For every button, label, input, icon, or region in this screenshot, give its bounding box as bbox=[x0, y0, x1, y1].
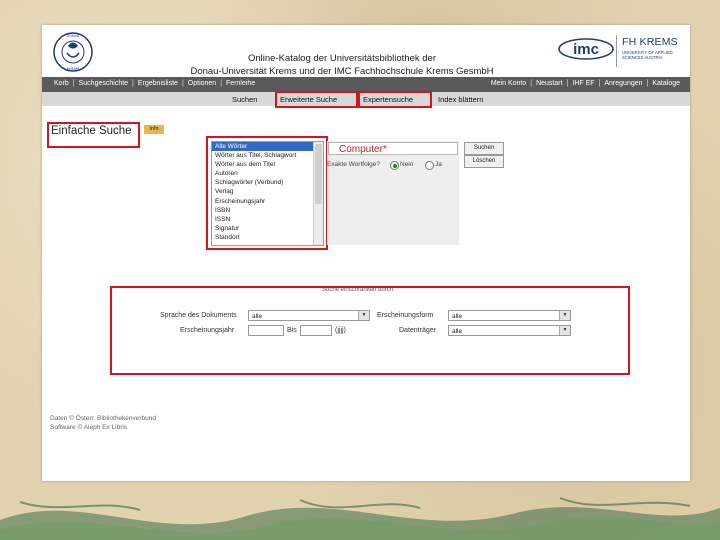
fh-logo-subtext: UNIVERSITY OF APPLIED SCIENCES AUSTRIA bbox=[622, 50, 673, 60]
info-button[interactable]: Info bbox=[144, 125, 164, 134]
nav-item-ergebnisliste[interactable]: Ergebnisliste bbox=[138, 80, 178, 87]
nav-right-group: Mein Konto | Neustart | IHF EF | Anregungen | Ka… bbox=[491, 80, 680, 87]
catalog-page: DONAU KREMS Online-Katalog der Universit… bbox=[42, 25, 690, 481]
nav-separator: | bbox=[646, 80, 649, 87]
fh-logo-text: FH KREMS bbox=[622, 36, 678, 48]
search-button[interactable]: Suchen bbox=[464, 142, 504, 155]
highlight-box-expert bbox=[358, 91, 432, 108]
nav-item-korb[interactable]: Korb bbox=[54, 80, 69, 87]
tab-suchen[interactable]: Suchen bbox=[232, 95, 257, 104]
svg-text:KREMS: KREMS bbox=[67, 67, 80, 71]
exact-phrase-label: Exakte Wortfolge? bbox=[327, 161, 380, 168]
nav-separator: | bbox=[566, 80, 569, 87]
svg-text:DONAU: DONAU bbox=[67, 34, 80, 38]
exact-yes-label: Ja bbox=[435, 161, 442, 168]
fh-krems-logo: FH KREMS UNIVERSITY OF APPLIED SCIENCES … bbox=[616, 35, 679, 67]
highlight-box-field-list bbox=[206, 136, 328, 250]
imc-logo: imc bbox=[558, 38, 614, 60]
catalog-title-line1: Online-Katalog der Universitätsbibliothe… bbox=[248, 53, 436, 64]
tab-index-blaettern[interactable]: Index blättern bbox=[438, 95, 483, 104]
catalog-title-line2: Donau-Universität Krems und der IMC Fach… bbox=[190, 66, 494, 77]
highlight-box-filters bbox=[110, 286, 630, 375]
footer-copyright-data: Daten © Österr. Bibliothekenverbund bbox=[50, 415, 156, 422]
decorative-swirl-border bbox=[0, 497, 720, 540]
exact-no-radio[interactable] bbox=[390, 161, 399, 170]
nav-separator: | bbox=[220, 80, 223, 87]
nav-separator: | bbox=[72, 80, 75, 87]
nav-item-fernleihe[interactable]: Fernleihe bbox=[226, 80, 255, 87]
nav-separator: | bbox=[132, 80, 134, 87]
clear-button[interactable]: Löschen bbox=[464, 155, 504, 168]
nav-item-suchgeschichte[interactable]: Suchgeschichte bbox=[79, 80, 128, 87]
query-panel: Computer* Exakte Wortfolge? Nein Ja bbox=[327, 141, 459, 245]
exact-yes-radio[interactable] bbox=[425, 161, 434, 170]
search-input[interactable]: Computer* bbox=[328, 142, 458, 155]
nav-item-mein-konto[interactable]: Mein Konto bbox=[491, 80, 526, 87]
imc-logo-text: imc bbox=[573, 41, 599, 58]
nav-item-neustart[interactable]: Neustart bbox=[536, 80, 562, 87]
highlight-box-advanced bbox=[275, 91, 358, 108]
nav-item-kataloge[interactable]: Kataloge bbox=[652, 80, 680, 87]
nav-separator: | bbox=[598, 80, 601, 87]
exact-no-label: Nein bbox=[400, 161, 414, 168]
nav-item-anregungen[interactable]: Anregungen bbox=[604, 80, 642, 87]
nav-separator: | bbox=[530, 80, 533, 87]
footer-copyright-software: Software © Aleph Ex Libris bbox=[50, 424, 128, 431]
nav-item-optionen[interactable]: Optionen bbox=[188, 80, 216, 87]
main-navbar: Korb | Suchgeschichte | Ergebnisliste | Option… bbox=[42, 77, 690, 92]
nav-left-group: Korb | Suchgeschichte | Ergebnisliste | Option… bbox=[54, 80, 255, 87]
nav-separator: | bbox=[181, 80, 184, 87]
donau-uni-logo: DONAU KREMS bbox=[53, 32, 93, 72]
highlight-box-title bbox=[47, 122, 140, 148]
nav-item-ihf-ef[interactable]: IHF EF bbox=[572, 80, 594, 87]
